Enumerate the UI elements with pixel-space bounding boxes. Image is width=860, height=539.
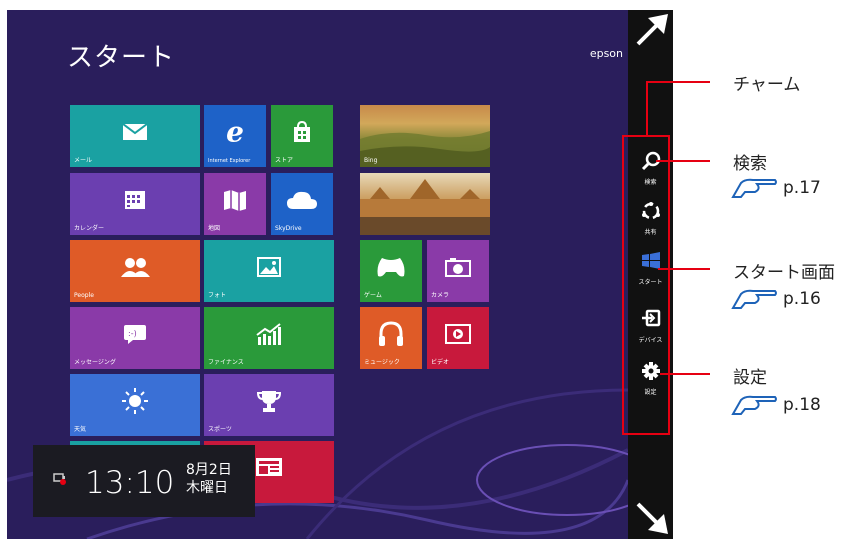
charm-settings[interactable]: 設定 <box>628 361 673 396</box>
trophy-icon <box>257 391 281 413</box>
tile-store[interactable]: ストア <box>271 105 333 167</box>
annotation-search-ref: p.17 <box>731 177 821 199</box>
tile-label: ミュージック <box>364 359 400 366</box>
cloud-icon <box>287 192 317 210</box>
video-icon <box>445 324 471 345</box>
tile-camera[interactable]: カメラ <box>427 240 489 302</box>
svg-text::-): :-) <box>128 329 137 338</box>
camera-icon <box>445 258 471 278</box>
gear-icon <box>641 362 660 380</box>
charm-devices[interactable]: デバイス <box>628 309 673 344</box>
finance-icon <box>256 323 281 346</box>
clock-date-day: 8月2日 <box>186 462 232 478</box>
tile-photos[interactable]: フォト <box>204 240 334 302</box>
calendar-icon <box>125 191 145 210</box>
top-right-corner-arrow-icon <box>636 14 668 46</box>
tile-label: フォト <box>208 292 227 299</box>
clock-time: 13:10 <box>85 465 175 501</box>
charm-label: デバイス <box>638 337 663 344</box>
battery-icon <box>53 473 66 485</box>
start-screen: スタート epson メール カレンダー People :-) メッセージング … <box>7 10 628 539</box>
tile-label: スポーツ <box>208 426 232 433</box>
internet-explorer-icon: e <box>226 115 244 149</box>
callout-line <box>656 160 710 162</box>
ref-page[interactable]: p.18 <box>783 395 821 415</box>
mail-icon <box>122 123 148 141</box>
callout-line <box>658 268 710 270</box>
tile-people[interactable]: People <box>70 240 200 302</box>
photo-icon <box>257 257 281 278</box>
people-icon <box>121 258 150 278</box>
gamepad-icon <box>377 258 405 277</box>
tile-messaging[interactable]: :-) メッセージング <box>70 307 200 369</box>
ref-page[interactable]: p.17 <box>783 178 821 198</box>
tile-label: SkyDrive <box>275 225 302 232</box>
tile-label: 天気 <box>74 426 87 433</box>
share-icon <box>641 202 660 220</box>
bottom-right-corner-arrow-icon <box>636 502 668 534</box>
lock-clock: 13:10 8月2日 木曜日 <box>33 445 255 517</box>
landscape-image <box>360 131 490 167</box>
map-icon <box>224 190 246 212</box>
charm-label: 設定 <box>644 389 657 396</box>
charm-label: 検索 <box>644 179 657 186</box>
clock-date-weekday: 木曜日 <box>186 480 228 496</box>
callout-line <box>660 373 710 375</box>
messaging-icon: :-) <box>124 325 146 345</box>
tile-video[interactable]: ビデオ <box>427 307 489 369</box>
tile-travel[interactable] <box>360 173 490 235</box>
clock-date: 8月2日 木曜日 <box>186 461 232 497</box>
tile-sports[interactable]: スポーツ <box>204 374 334 436</box>
tile-mail[interactable]: メール <box>70 105 200 167</box>
tile-weather[interactable]: 天気 <box>70 374 200 436</box>
sun-icon <box>122 388 148 415</box>
tile-games[interactable]: ゲーム <box>360 240 422 302</box>
tile-label: ビデオ <box>431 359 450 366</box>
tile-skydrive[interactable]: SkyDrive <box>271 173 333 235</box>
pointing-hand-icon <box>731 178 777 198</box>
tile-calendar[interactable]: カレンダー <box>70 173 200 235</box>
devices-icon <box>641 309 660 327</box>
tile-label: People <box>74 292 94 299</box>
callout-line <box>646 81 648 136</box>
tile-finance[interactable]: ファイナンス <box>204 307 334 369</box>
annotation-start-ref: p.16 <box>731 288 821 310</box>
charm-label: スタート <box>638 279 663 286</box>
tile-label: メール <box>74 157 93 164</box>
callout-line <box>646 81 710 83</box>
annotation-settings-ref: p.18 <box>731 394 821 416</box>
tile-label: メッセージング <box>74 359 116 366</box>
headphones-icon <box>379 321 403 347</box>
tile-label: カレンダー <box>74 225 105 232</box>
charm-search[interactable]: 検索 <box>628 151 673 186</box>
start-title: スタート <box>67 43 176 73</box>
tile-music[interactable]: ミュージック <box>360 307 422 369</box>
annotation-settings: 設定 <box>733 368 767 388</box>
tile-internet-explorer[interactable]: e Internet Explorer <box>204 105 266 167</box>
tile-label: Internet Explorer <box>208 158 251 164</box>
tile-label: カメラ <box>431 292 450 299</box>
tile-bing[interactable]: Bing <box>360 105 490 167</box>
city-image <box>360 179 490 235</box>
pointing-hand-icon <box>731 395 777 415</box>
store-icon <box>294 121 310 143</box>
tile-maps[interactable]: 地図 <box>204 173 266 235</box>
news-icon <box>256 458 282 476</box>
ref-page[interactable]: p.16 <box>783 289 821 309</box>
tile-label: ストア <box>275 157 294 164</box>
pointing-hand-icon <box>731 289 777 309</box>
tile-label: ゲーム <box>364 292 382 299</box>
annotation-search: 検索 <box>733 154 767 174</box>
tile-label: Bing <box>364 157 378 164</box>
annotation-start: スタート画面 <box>733 263 835 283</box>
tile-label: 地図 <box>208 225 221 232</box>
user-name[interactable]: epson <box>590 47 623 60</box>
charm-share[interactable]: 共有 <box>628 201 673 236</box>
charm-label: 共有 <box>644 229 657 236</box>
annotation-charm: チャーム <box>733 75 801 95</box>
tile-label: ファイナンス <box>208 359 244 366</box>
